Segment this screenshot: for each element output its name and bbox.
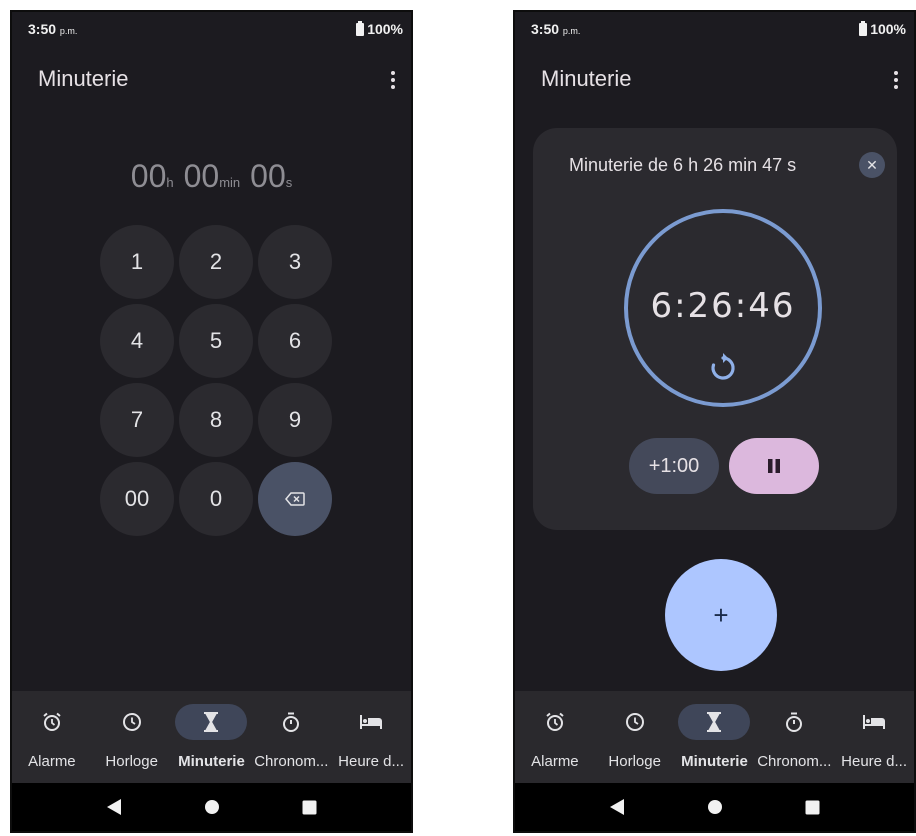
home-icon[interactable] bbox=[204, 799, 220, 815]
nav-label-alarme: Alarme bbox=[531, 753, 579, 770]
hourglass-icon bbox=[707, 712, 722, 732]
minutes-unit: min bbox=[219, 175, 241, 190]
key-00[interactable]: 00 bbox=[100, 462, 174, 536]
nav-label-horloge: Horloge bbox=[608, 753, 661, 770]
back-icon[interactable] bbox=[609, 798, 625, 816]
clock-icon bbox=[122, 713, 141, 731]
key-2[interactable]: 2 bbox=[179, 225, 253, 299]
phone-screen-timer-setup: 3:50 p.m. 100% Minuterie 00h 00min 00s 1 2… bbox=[10, 10, 413, 833]
more-options-icon[interactable] bbox=[383, 66, 403, 94]
battery-indicator: 100% bbox=[859, 20, 906, 37]
add-timer-button[interactable]: + bbox=[665, 559, 777, 671]
battery-icon bbox=[859, 20, 868, 36]
stopwatch-icon bbox=[786, 712, 803, 732]
key-0[interactable]: 0 bbox=[179, 462, 253, 536]
nav-item-minuterie[interactable]: Minuterie bbox=[675, 691, 755, 787]
system-navigation-bar bbox=[12, 783, 411, 831]
phone-screen-timer-running: 3:50 p.m. 100% Minuterie Minuterie de 6 … bbox=[513, 10, 916, 833]
more-options-icon[interactable] bbox=[886, 66, 906, 94]
clock-icon bbox=[625, 713, 644, 731]
alarm-icon bbox=[43, 712, 61, 731]
nav-label-chronometre: Chronom... bbox=[757, 753, 832, 770]
countdown-display: 6:26:46 bbox=[650, 286, 796, 326]
key-3[interactable]: 3 bbox=[258, 225, 332, 299]
nav-item-chronometre[interactable]: Chronom... bbox=[754, 691, 834, 787]
key-1[interactable]: 1 bbox=[100, 225, 174, 299]
key-5[interactable]: 5 bbox=[179, 304, 253, 378]
key-7[interactable]: 7 bbox=[100, 383, 174, 457]
nav-label-minuterie: Minuterie bbox=[681, 753, 748, 770]
key-8[interactable]: 8 bbox=[179, 383, 253, 457]
running-timer-card: Minuterie de 6 h 26 min 47 s ✕ 6:26:46 +… bbox=[533, 128, 897, 530]
nav-item-heure-coucher[interactable]: Heure d... bbox=[834, 691, 914, 787]
hourglass-icon bbox=[204, 712, 219, 732]
nav-item-horloge[interactable]: Horloge bbox=[92, 691, 172, 787]
nav-item-horloge[interactable]: Horloge bbox=[595, 691, 675, 787]
seconds-value: 00 bbox=[250, 158, 286, 194]
seconds-unit: s bbox=[285, 175, 293, 190]
page-title: Minuterie bbox=[541, 66, 632, 91]
back-icon[interactable] bbox=[106, 798, 122, 816]
pause-button[interactable] bbox=[729, 438, 819, 494]
nav-item-heure-coucher[interactable]: Heure d... bbox=[331, 691, 411, 787]
nav-label-alarme: Alarme bbox=[28, 753, 76, 770]
battery-indicator: 100% bbox=[356, 20, 403, 37]
nav-item-chronometre[interactable]: Chronom... bbox=[251, 691, 331, 787]
hours-unit: h bbox=[166, 175, 174, 190]
recents-icon[interactable] bbox=[302, 800, 317, 815]
recents-icon[interactable] bbox=[805, 800, 820, 815]
nav-label-horloge: Horloge bbox=[105, 753, 158, 770]
bottom-navigation: Alarme Horloge Minuterie Chronom... Heur… bbox=[12, 691, 411, 787]
nav-label-minuterie: Minuterie bbox=[178, 753, 245, 770]
backspace-button[interactable] bbox=[258, 462, 332, 536]
bed-icon bbox=[863, 715, 886, 729]
minutes-value: 00 bbox=[183, 158, 220, 194]
bed-icon bbox=[360, 715, 383, 729]
key-6[interactable]: 6 bbox=[258, 304, 332, 378]
close-icon: ✕ bbox=[866, 156, 878, 173]
nav-item-minuterie[interactable]: Minuterie bbox=[172, 691, 252, 787]
key-4[interactable]: 4 bbox=[100, 304, 174, 378]
status-time: 3:50 p.m. bbox=[531, 21, 581, 37]
stopwatch-icon bbox=[283, 712, 300, 732]
nav-label-heure-coucher: Heure d... bbox=[338, 753, 405, 770]
system-navigation-bar bbox=[515, 783, 914, 831]
home-icon[interactable] bbox=[707, 799, 723, 815]
key-9[interactable]: 9 bbox=[258, 383, 332, 457]
status-bar: 3:50 p.m. 100% bbox=[515, 12, 914, 48]
hours-value: 00 bbox=[130, 158, 167, 194]
status-bar: 3:50 p.m. 100% bbox=[12, 12, 411, 48]
reset-icon[interactable] bbox=[705, 350, 741, 386]
timer-entry-display: 00h 00min 00s bbox=[12, 158, 411, 195]
bottom-navigation: Alarme Horloge Minuterie Chronom... Heur… bbox=[515, 691, 914, 787]
number-keypad: 1 2 3 4 5 6 7 8 9 00 0 bbox=[100, 225, 336, 536]
add-one-minute-button[interactable]: +1:00 bbox=[629, 438, 719, 494]
nav-item-alarme[interactable]: Alarme bbox=[12, 691, 92, 787]
page-title: Minuterie bbox=[38, 66, 129, 91]
timer-label: Minuterie de 6 h 26 min 47 s bbox=[569, 155, 797, 175]
pause-icon bbox=[768, 459, 780, 473]
nav-label-heure-coucher: Heure d... bbox=[841, 753, 908, 770]
backspace-icon bbox=[285, 492, 305, 506]
battery-icon bbox=[356, 20, 365, 36]
nav-item-alarme[interactable]: Alarme bbox=[515, 691, 595, 787]
nav-label-chronometre: Chronom... bbox=[254, 753, 329, 770]
alarm-icon bbox=[546, 712, 564, 731]
close-timer-button[interactable]: ✕ bbox=[859, 152, 885, 178]
status-time: 3:50 p.m. bbox=[28, 21, 78, 37]
